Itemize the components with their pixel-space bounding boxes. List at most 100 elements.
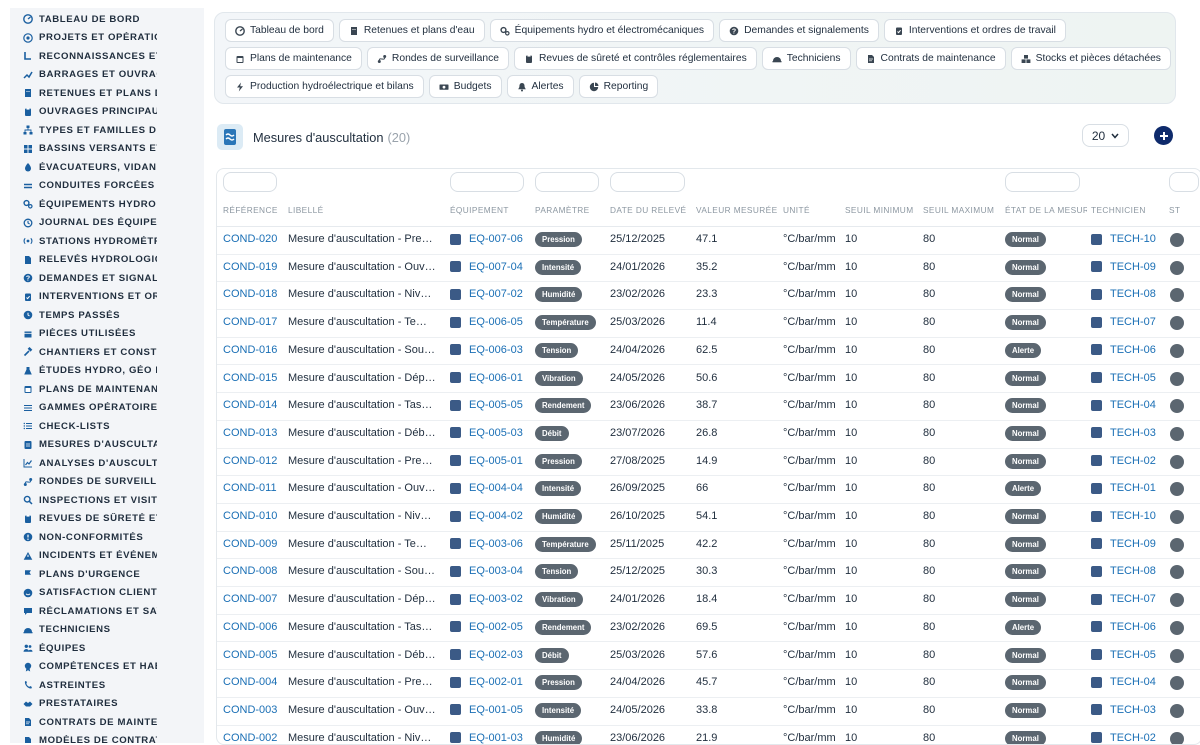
reference-link[interactable]: COND-002 — [223, 732, 277, 744]
table-row[interactable]: COND-018 Mesure d'auscultation - Niveau EQ… — [217, 281, 1200, 311]
sidebar-item[interactable]: STATIONS HYDROMÉTRIQUES — [10, 232, 204, 251]
equipment-link[interactable]: EQ-001-05 — [450, 704, 523, 716]
reference-link[interactable]: COND-013 — [223, 427, 277, 439]
reference-link[interactable]: COND-015 — [223, 372, 277, 384]
technician-link[interactable]: TECH-02 — [1091, 455, 1156, 467]
sidebar-item[interactable]: SATISFACTION CLIENT — [10, 584, 204, 603]
header-technician[interactable]: TECHNICIEN — [1091, 205, 1167, 215]
sidebar-item[interactable]: ÉQUIPES — [10, 639, 204, 658]
technician-link[interactable]: TECH-07 — [1091, 593, 1156, 605]
header-parameter[interactable]: PARAMÈTRE — [535, 205, 607, 215]
menu-button[interactable]: Revues de sûreté et contrôles réglementa… — [513, 47, 757, 70]
header-unit[interactable]: UNITÉ — [783, 205, 841, 215]
sidebar-item[interactable]: ÉTUDES HYDRO, GÉO ET GÉNIE CIVIL — [10, 362, 204, 381]
technician-link[interactable]: TECH-06 — [1091, 621, 1156, 633]
technician-link[interactable]: TECH-03 — [1091, 427, 1156, 439]
header-label[interactable]: LIBELLÉ — [288, 205, 434, 215]
menu-button[interactable]: Alertes — [506, 75, 574, 98]
table-row[interactable]: COND-015 Mesure d'auscultation - Déplacem… — [217, 365, 1200, 394]
equipment-link[interactable]: EQ-006-01 — [450, 372, 523, 384]
equipment-link[interactable]: EQ-007-04 — [450, 261, 523, 273]
header-min[interactable]: SEUIL MINIMUM — [845, 205, 919, 215]
sidebar-item[interactable]: ANALYSES D'AUSCULTATION — [10, 454, 204, 473]
header-max[interactable]: SEUIL MAXIMUM — [923, 205, 1001, 215]
reference-link[interactable]: COND-008 — [223, 565, 277, 577]
technician-link[interactable]: TECH-06 — [1091, 344, 1156, 356]
technician-link[interactable]: TECH-03 — [1091, 704, 1156, 716]
equipment-link[interactable]: EQ-003-06 — [450, 538, 523, 550]
menu-button[interactable]: Stocks et pièces détachées — [1010, 47, 1171, 70]
equipment-link[interactable]: EQ-005-05 — [450, 399, 523, 411]
menu-button[interactable]: Tableau de bord — [225, 19, 334, 42]
equipment-link[interactable]: EQ-007-02 — [450, 288, 523, 300]
menu-button[interactable]: Interventions et ordres de travail — [883, 19, 1066, 42]
technician-link[interactable]: TECH-09 — [1091, 538, 1156, 550]
reference-link[interactable]: COND-003 — [223, 704, 277, 716]
sidebar-item[interactable]: OUVRAGES PRINCIPAUX — [10, 103, 204, 122]
reference-link[interactable]: COND-014 — [223, 399, 277, 411]
reference-link[interactable]: COND-018 — [223, 288, 277, 300]
menu-button[interactable]: Production hydroélectrique et bilans — [225, 75, 424, 98]
equipment-link[interactable]: EQ-004-02 — [450, 510, 523, 522]
header-equipment[interactable]: ÉQUIPEMENT — [450, 205, 532, 215]
table-row[interactable]: COND-019 Mesure d'auscultation - Ouvertur… — [217, 254, 1200, 283]
sidebar-item[interactable]: TECHNICIENS — [10, 621, 204, 640]
reference-link[interactable]: COND-012 — [223, 455, 277, 467]
filter-date-input[interactable] — [610, 172, 685, 192]
sidebar-item[interactable]: REVUES DE SÛRETÉ ET CONTRÔLES — [10, 510, 204, 529]
equipment-link[interactable]: EQ-004-04 — [450, 482, 523, 494]
technician-link[interactable]: TECH-10 — [1091, 233, 1156, 245]
sidebar-item[interactable]: CHECK-LISTS — [10, 417, 204, 436]
sidebar-item[interactable]: PIÈCES UTILISÉES — [10, 325, 204, 344]
header-date[interactable]: DATE DU RELEVÉ — [610, 205, 690, 215]
sidebar-item[interactable]: RETENUES ET PLANS D'EAU — [10, 84, 204, 103]
menu-button[interactable]: Retenues et plans d'eau — [338, 19, 485, 42]
equipment-link[interactable]: EQ-005-03 — [450, 427, 523, 439]
table-row[interactable]: COND-017 Mesure d'auscultation - Températ… — [217, 309, 1200, 338]
reference-link[interactable]: COND-005 — [223, 649, 277, 661]
table-row[interactable]: COND-002 Mesure d'auscultation - Niveau EQ… — [217, 725, 1200, 744]
sidebar-item[interactable]: JOURNAL DES ÉQUIPEMENTS — [10, 214, 204, 233]
add-record-button[interactable] — [1154, 126, 1173, 145]
sidebar-item[interactable]: RONDES DE SURVEILLANCE — [10, 473, 204, 492]
table-row[interactable]: COND-013 Mesure d'auscultation - Débit de… — [217, 420, 1200, 449]
sidebar-item[interactable]: RECONNAISSANCES ET VISITES — [10, 47, 204, 66]
sidebar-item[interactable]: NON-CONFORMITÉS — [10, 528, 204, 547]
filter-reference-input[interactable] — [223, 172, 277, 192]
menu-button[interactable]: Budgets — [428, 75, 502, 98]
menu-button[interactable]: ? Demandes et signalements — [719, 19, 879, 42]
sidebar-item[interactable]: TABLEAU DE BORD — [10, 10, 204, 29]
table-row[interactable]: COND-006 Mesure d'auscultation - Tassemen… — [217, 614, 1200, 643]
sidebar-item[interactable]: INSPECTIONS ET VISITES — [10, 491, 204, 510]
table-row[interactable]: COND-009 Mesure d'auscultation - Températ… — [217, 531, 1200, 560]
header-reference[interactable]: RÉFÉRENCE — [223, 205, 285, 215]
sidebar-item[interactable]: MODÈLES DE CONTRATS — [10, 732, 204, 743]
table-row[interactable]: COND-011 Mesure d'auscultation - Ouvertur… — [217, 475, 1200, 504]
sidebar-item[interactable]: ? DEMANDES ET SIGNALEMENTS — [10, 269, 204, 288]
sidebar-item[interactable]: GAMMES OPÉRATOIRES — [10, 399, 204, 418]
sidebar-item[interactable]: BASSINS VERSANTS ET AFFLUENTS — [10, 140, 204, 159]
menu-button[interactable]: Plans de maintenance — [225, 47, 362, 70]
reference-link[interactable]: COND-011 — [223, 482, 277, 494]
equipment-link[interactable]: EQ-001-03 — [450, 732, 523, 744]
technician-link[interactable]: TECH-07 — [1091, 316, 1156, 328]
equipment-link[interactable]: EQ-002-01 — [450, 676, 523, 688]
sidebar-item[interactable]: PROJETS ET OPÉRATIONS — [10, 29, 204, 48]
sidebar-item[interactable]: CONDUITES FORCÉES ET GALERIES — [10, 177, 204, 196]
sidebar-item[interactable]: INTERVENTIONS ET ORDRES DE TRAVAIL — [10, 288, 204, 307]
header-status[interactable]: ST — [1169, 205, 1199, 215]
technician-link[interactable]: TECH-04 — [1091, 676, 1156, 688]
equipment-link[interactable]: EQ-005-01 — [450, 455, 523, 467]
sidebar-item[interactable]: RÉCLAMATIONS ET SAV — [10, 602, 204, 621]
equipment-link[interactable]: EQ-002-03 — [450, 649, 523, 661]
technician-link[interactable]: TECH-04 — [1091, 399, 1156, 411]
technician-link[interactable]: TECH-08 — [1091, 565, 1156, 577]
sidebar-item[interactable]: PLANS D'URGENCE — [10, 565, 204, 584]
menu-button[interactable]: Techniciens — [761, 47, 851, 70]
table-row[interactable]: COND-012 Mesure d'auscultation - Pression… — [217, 448, 1200, 477]
table-row[interactable]: COND-005 Mesure d'auscultation - Débit de… — [217, 642, 1200, 671]
table-row[interactable]: COND-008 Mesure d'auscultation - Sous-pre… — [217, 558, 1200, 588]
reference-link[interactable]: COND-017 — [223, 316, 277, 328]
table-row[interactable]: COND-007 Mesure d'auscultation - Déplacem… — [217, 586, 1200, 615]
table-row[interactable]: COND-014 Mesure d'auscultation - Tassemen… — [217, 392, 1200, 421]
